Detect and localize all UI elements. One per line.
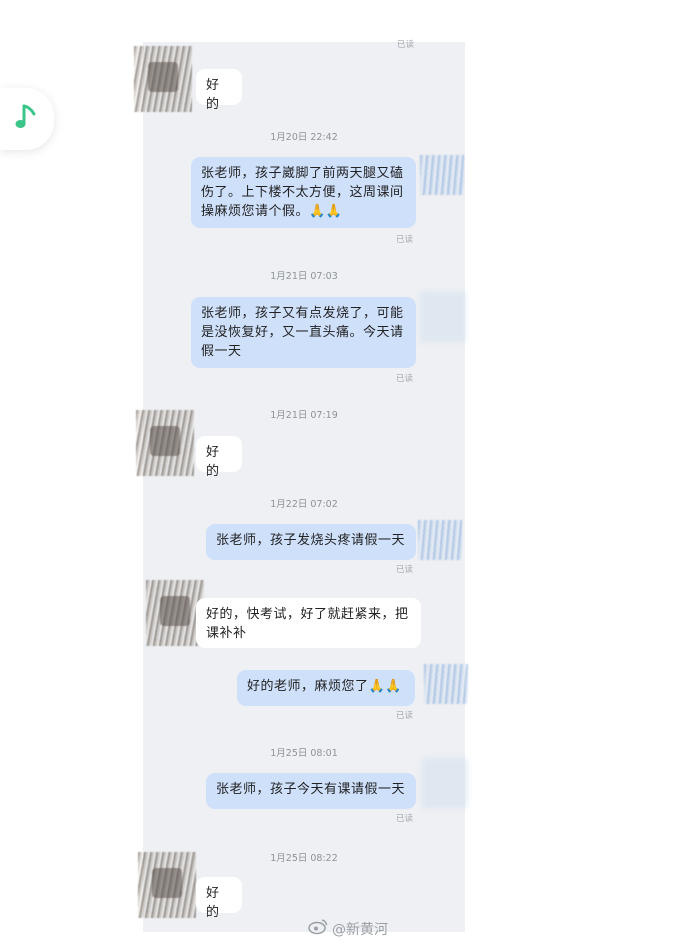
music-badge[interactable] — [0, 88, 54, 150]
read-receipt: 已读 — [397, 40, 415, 50]
message-bubble-outgoing[interactable]: 好的老师，麻烦您了🙏🙏 — [237, 670, 415, 706]
read-receipt: 已读 — [396, 235, 414, 245]
avatar[interactable] — [138, 852, 196, 918]
message-bubble-outgoing[interactable]: 张老师，孩子崴脚了前两天腿又磕伤了。上下楼不太方便，这周课间操麻烦您请个假。🙏🙏 — [191, 157, 416, 228]
watermark: @新黄河 — [308, 918, 388, 939]
read-receipt: 已读 — [396, 814, 414, 824]
redacted-avatar — [420, 155, 464, 195]
message-timestamp: 1月21日 07:03 — [270, 271, 338, 282]
message-bubble-incoming[interactable]: 好的 — [196, 877, 242, 920]
redacted-avatar — [418, 520, 462, 560]
redacted-avatar — [422, 758, 468, 808]
watermark-text: @新黄河 — [332, 921, 388, 938]
message-timestamp: 1月20日 22:42 — [270, 132, 338, 143]
avatar[interactable] — [134, 46, 192, 112]
message-timestamp: 1月22日 07:02 — [270, 499, 338, 510]
music-note-icon — [14, 102, 40, 136]
message-bubble-incoming[interactable]: 好的 — [196, 69, 242, 112]
message-bubble-outgoing[interactable]: 张老师，孩子今天有课请假一天 — [206, 773, 416, 809]
weibo-icon — [308, 918, 328, 939]
message-timestamp: 1月25日 08:01 — [270, 748, 338, 759]
avatar[interactable] — [136, 410, 194, 476]
message-bubble-incoming[interactable]: 好的，快考试，好了就赶紧来，把课补补 — [196, 598, 421, 648]
read-receipt: 已读 — [396, 565, 414, 575]
redacted-avatar — [420, 292, 466, 342]
read-receipt: 已读 — [396, 374, 414, 384]
read-receipt: 已读 — [396, 711, 414, 721]
message-bubble-outgoing[interactable]: 张老师，孩子发烧头疼请假一天 — [206, 524, 416, 560]
redacted-avatar — [424, 664, 468, 704]
message-bubble-incoming[interactable]: 好的 — [196, 436, 242, 479]
message-bubble-outgoing[interactable]: 张老师，孩子又有点发烧了，可能是没恢复好，又一直头痛。今天请假一天 — [191, 297, 416, 368]
